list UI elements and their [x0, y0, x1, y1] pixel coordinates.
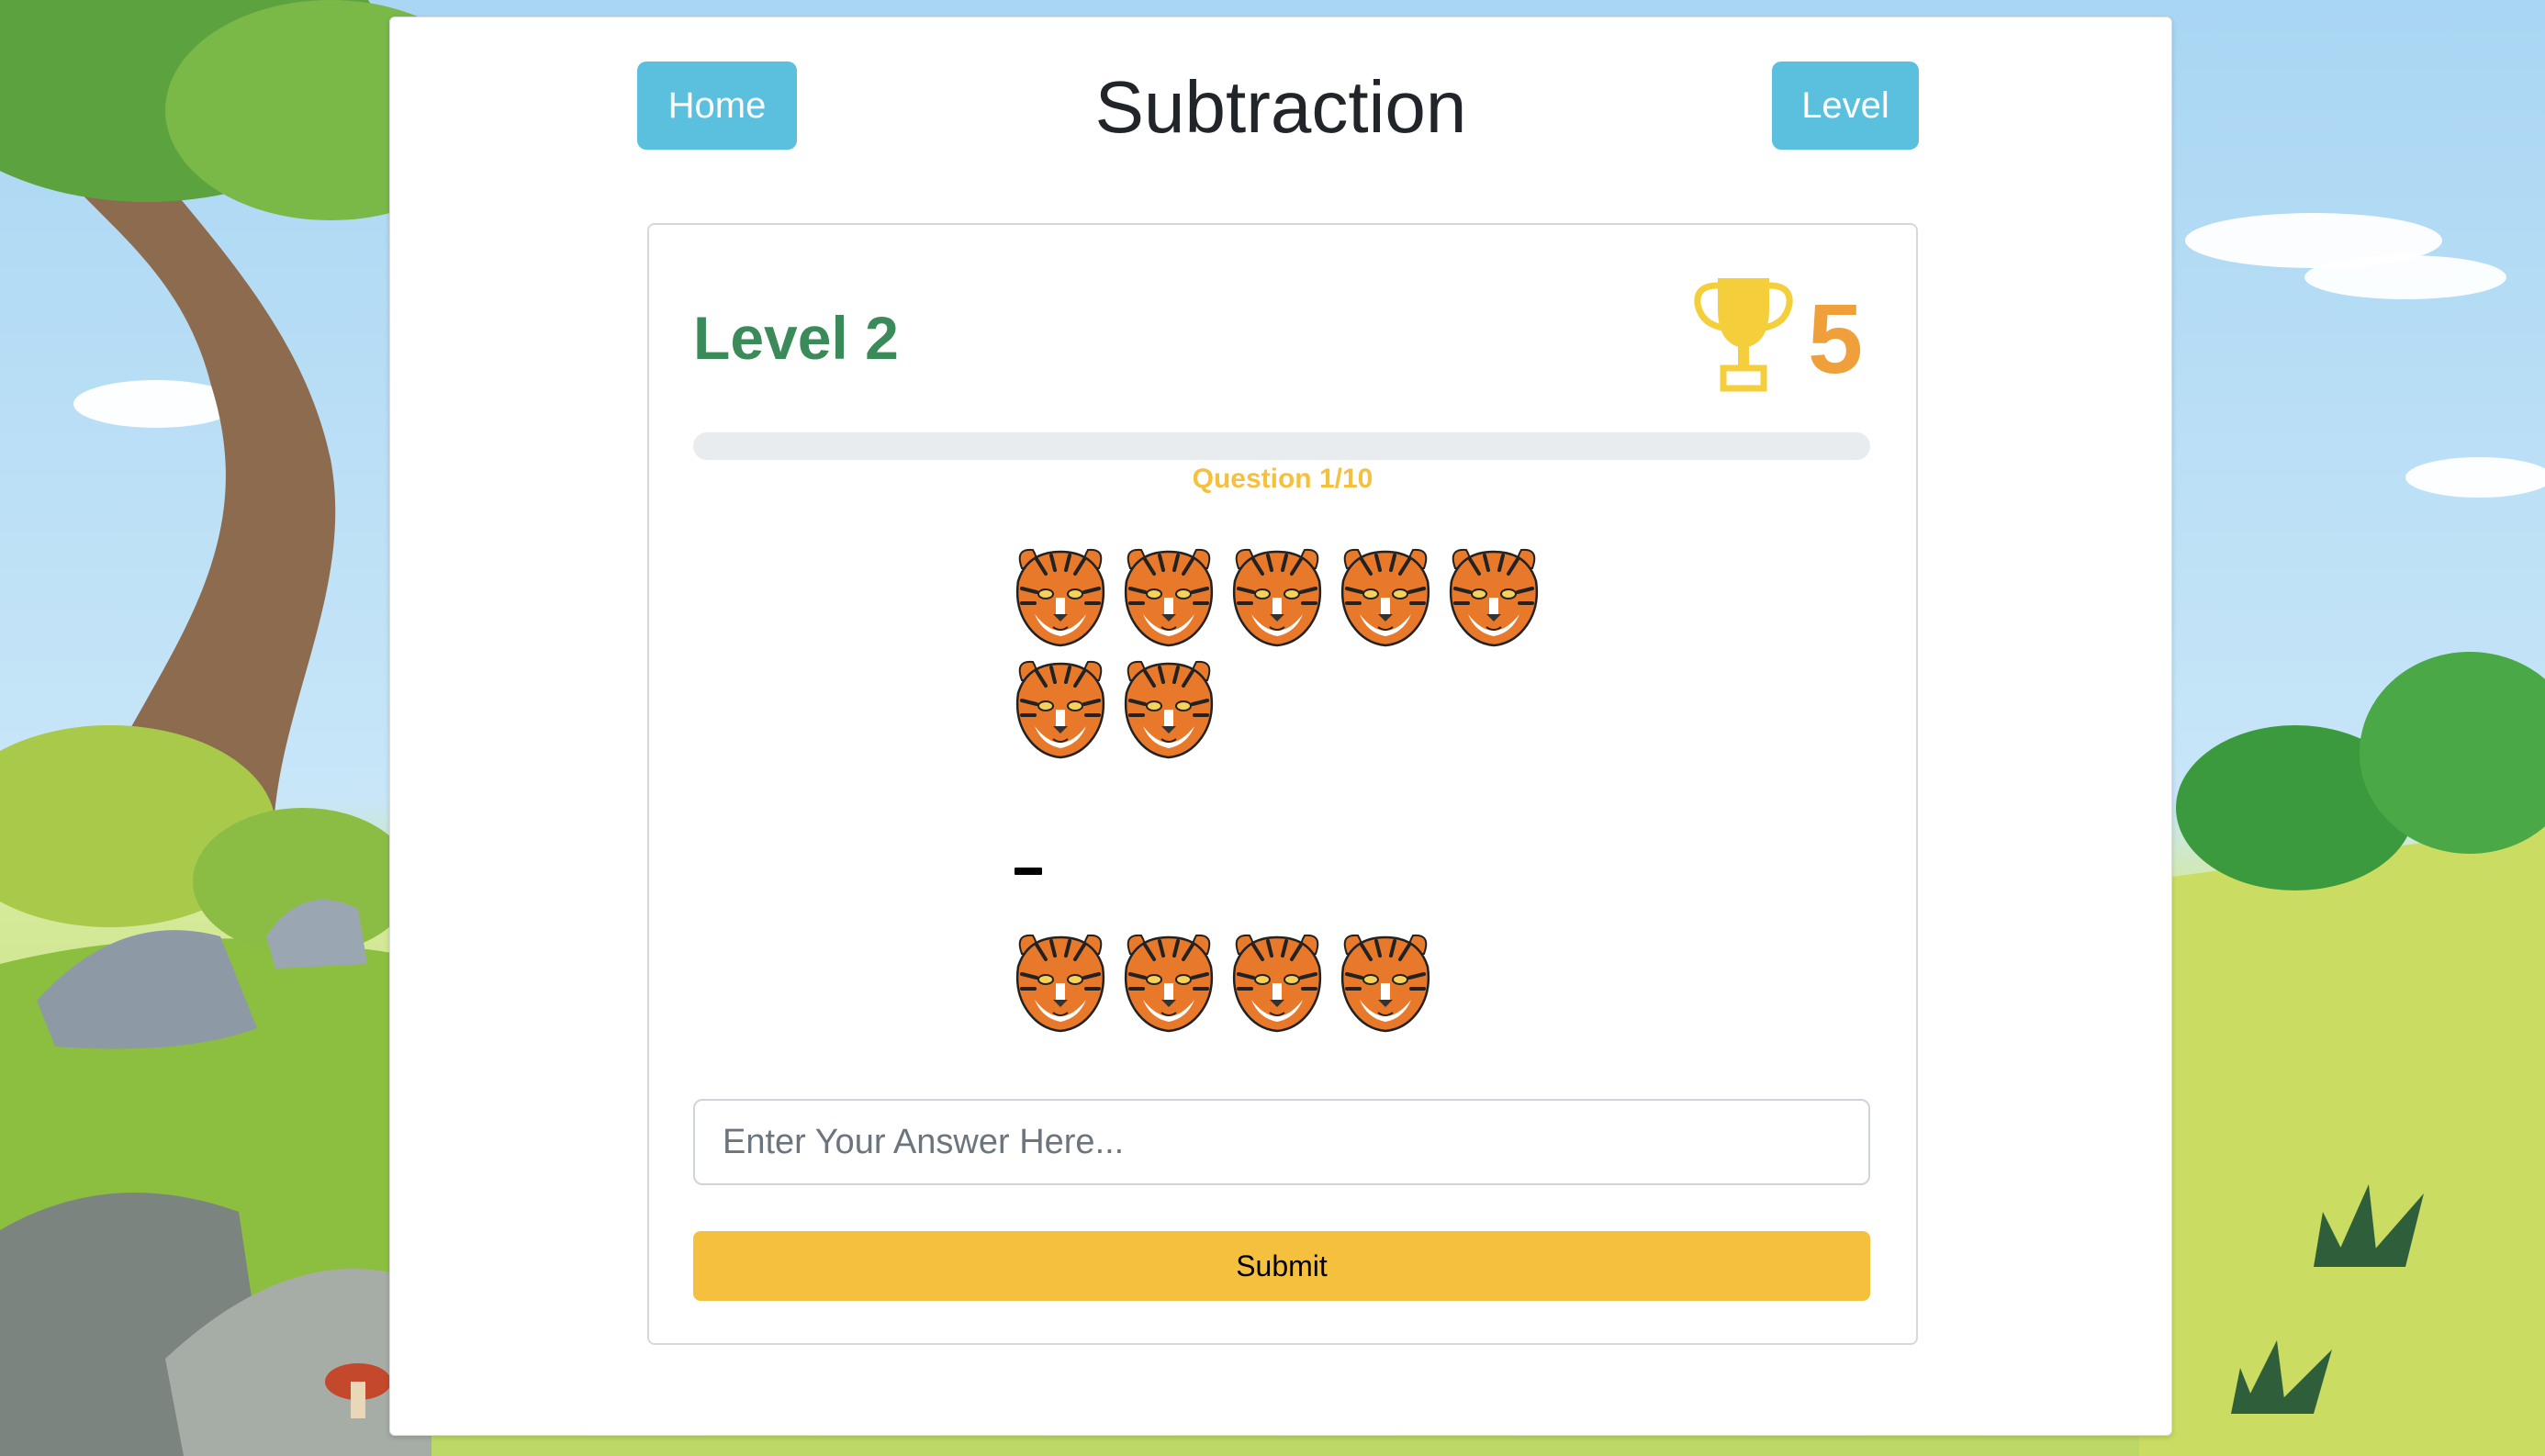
trophy-icon	[1694, 278, 1793, 392]
tiger-face-icon	[1009, 926, 1112, 1036]
game-panel: Home Subtraction Level Level 2 5 Questio…	[389, 17, 2172, 1436]
cloud	[2304, 255, 2506, 299]
tiger-face-icon	[1009, 541, 1112, 651]
level-button[interactable]: Level	[1772, 62, 1919, 150]
tiger-face-icon	[1117, 541, 1220, 651]
hill	[2139, 826, 2545, 1456]
subtrahend-group	[1009, 926, 1578, 1038]
tiger-face-icon	[1117, 926, 1220, 1036]
minuend-group	[1009, 541, 1578, 765]
rock	[37, 930, 257, 1049]
minus-operator	[1015, 868, 1042, 875]
tiger-face-icon	[1442, 541, 1545, 651]
question-counter: Question 1/10	[1192, 464, 1373, 494]
question-card: Level 2 5 Question 1/10 Enter Your Answe…	[647, 223, 1918, 1345]
cloud	[2405, 457, 2545, 498]
tiger-face-icon	[1117, 653, 1220, 763]
tiger-face-icon	[1009, 653, 1112, 763]
level-indicator: Level 2	[693, 304, 899, 372]
answer-input[interactable]	[693, 1099, 1870, 1185]
subtrahend-row	[1009, 926, 1578, 1036]
tiger-face-icon	[1226, 926, 1329, 1036]
progress-bar	[693, 432, 1870, 460]
minuend-row	[1009, 653, 1578, 763]
tiger-face-icon	[1226, 541, 1329, 651]
score-value: 5	[1808, 283, 1864, 394]
submit-button[interactable]: Submit	[693, 1231, 1870, 1301]
tiger-face-icon	[1334, 541, 1437, 651]
tiger-face-icon	[1334, 926, 1437, 1036]
minuend-row	[1009, 541, 1578, 651]
mushroom-stem	[351, 1382, 365, 1418]
